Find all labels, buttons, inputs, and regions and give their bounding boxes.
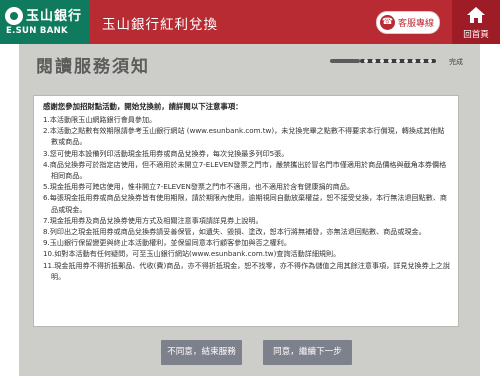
logo-english-name: E.SUN BANK xyxy=(6,26,68,36)
home-button[interactable]: 回首頁 xyxy=(452,0,500,44)
progress-step-dot xyxy=(364,59,368,63)
phone-icon: ☎ xyxy=(380,15,395,30)
home-icon xyxy=(467,7,485,23)
page-title: 閱讀服務須知 xyxy=(36,57,150,77)
notice-item: 10.如對本活動有任何疑問，可至玉山銀行網站(www.esunbank.com.… xyxy=(43,249,341,259)
progress-step-dot xyxy=(388,59,392,63)
home-label: 回首頁 xyxy=(463,30,489,40)
notice-item: 1.本活動限玉山網路銀行會員參加。 xyxy=(43,115,157,124)
progress-step-dot xyxy=(420,59,424,63)
header: 玉山銀行 E.SUN BANK 玉山銀行紅利兌換 ☎ 客服專線 回首頁 xyxy=(0,0,500,44)
progress-end-label: 完成 xyxy=(449,58,463,66)
notice-item: 8.列印出之現金抵用券或商品兌換券請妥善保管，如遺失、毀損、塗改，恕本行將無補發… xyxy=(43,227,426,237)
progress-fill xyxy=(330,59,360,63)
progress-step-dot xyxy=(404,59,408,63)
disagree-button[interactable]: 不同意，結束服務 xyxy=(161,340,242,365)
notice-item: 2.本活動之點數有效期限請參考玉山銀行網站 (www.esunbank.com.… xyxy=(43,126,445,147)
main-panel: 閱讀服務須知 完成 感謝您參加招財點活動，開始兌換前，請詳閱以下注意事項： 1.… xyxy=(19,44,480,376)
notice-item: 7.現金抵用券及商品兌換券使用方式及相關注意事項請詳見券上說明。 xyxy=(43,215,263,225)
title-bar: 玉山銀行紅利兌換 ☎ 客服專線 xyxy=(90,0,452,44)
terms-notice: 感謝您參加招財點活動，開始兌換前，請詳閱以下注意事項： 1.本活動限玉山網路銀行… xyxy=(33,95,459,327)
brand-logo: 玉山銀行 E.SUN BANK xyxy=(0,0,90,44)
notice-list: 1.本活動限玉山網路銀行會員參加。 2.本活動之點數有效期限請參考玉山銀行網站 (… xyxy=(43,114,450,282)
esun-logo-icon xyxy=(5,7,23,25)
progress-step-dot xyxy=(396,59,400,63)
notice-item: 9.玉山銀行保留變更與終止本活動權利，並保留同意本行顧客參加與否之權利。 xyxy=(43,238,291,248)
customer-service-button[interactable]: ☎ 客服專線 xyxy=(376,11,440,34)
notice-item: 11.現金抵用券不得折抵郵品、代收(費)商品，亦不得折抵現金，恕不找零，亦不得作… xyxy=(43,260,450,281)
progress-step-dot xyxy=(372,59,376,63)
notice-item: 4.商品兌換券可於指定店使用，但不適用於未開立7-ELEVEN發票之門市，嚴禁攜… xyxy=(43,159,447,181)
progress-indicator xyxy=(330,56,450,66)
notice-item: 3.您可使用本設備列印活動現金抵用券或商品兌換券，每次兌換最多列印5張。 xyxy=(43,148,289,158)
customer-service-label: 客服專線 xyxy=(398,19,435,29)
notice-item: 5.現金抵用券可跨店使用，惟非開立7-ELEVEN發票之門市不適用，也不適用於含… xyxy=(43,182,354,192)
progress-step-dot xyxy=(428,59,432,63)
progress-step-dot xyxy=(380,59,384,63)
notice-header: 感謝您參加招財點活動，開始兌換前，請詳閱以下注意事項： xyxy=(43,102,243,111)
app-title: 玉山銀行紅利兌換 xyxy=(102,17,218,33)
notice-item: 6.每張現金抵用券或商品兌換券皆有使用期限，請於期限內使用，逾期視同自動放棄權益… xyxy=(43,193,448,214)
agree-button[interactable]: 同意，繼續下一步 xyxy=(263,340,352,365)
logo-chinese-name: 玉山銀行 xyxy=(26,9,83,24)
progress-step-dot xyxy=(412,59,416,63)
